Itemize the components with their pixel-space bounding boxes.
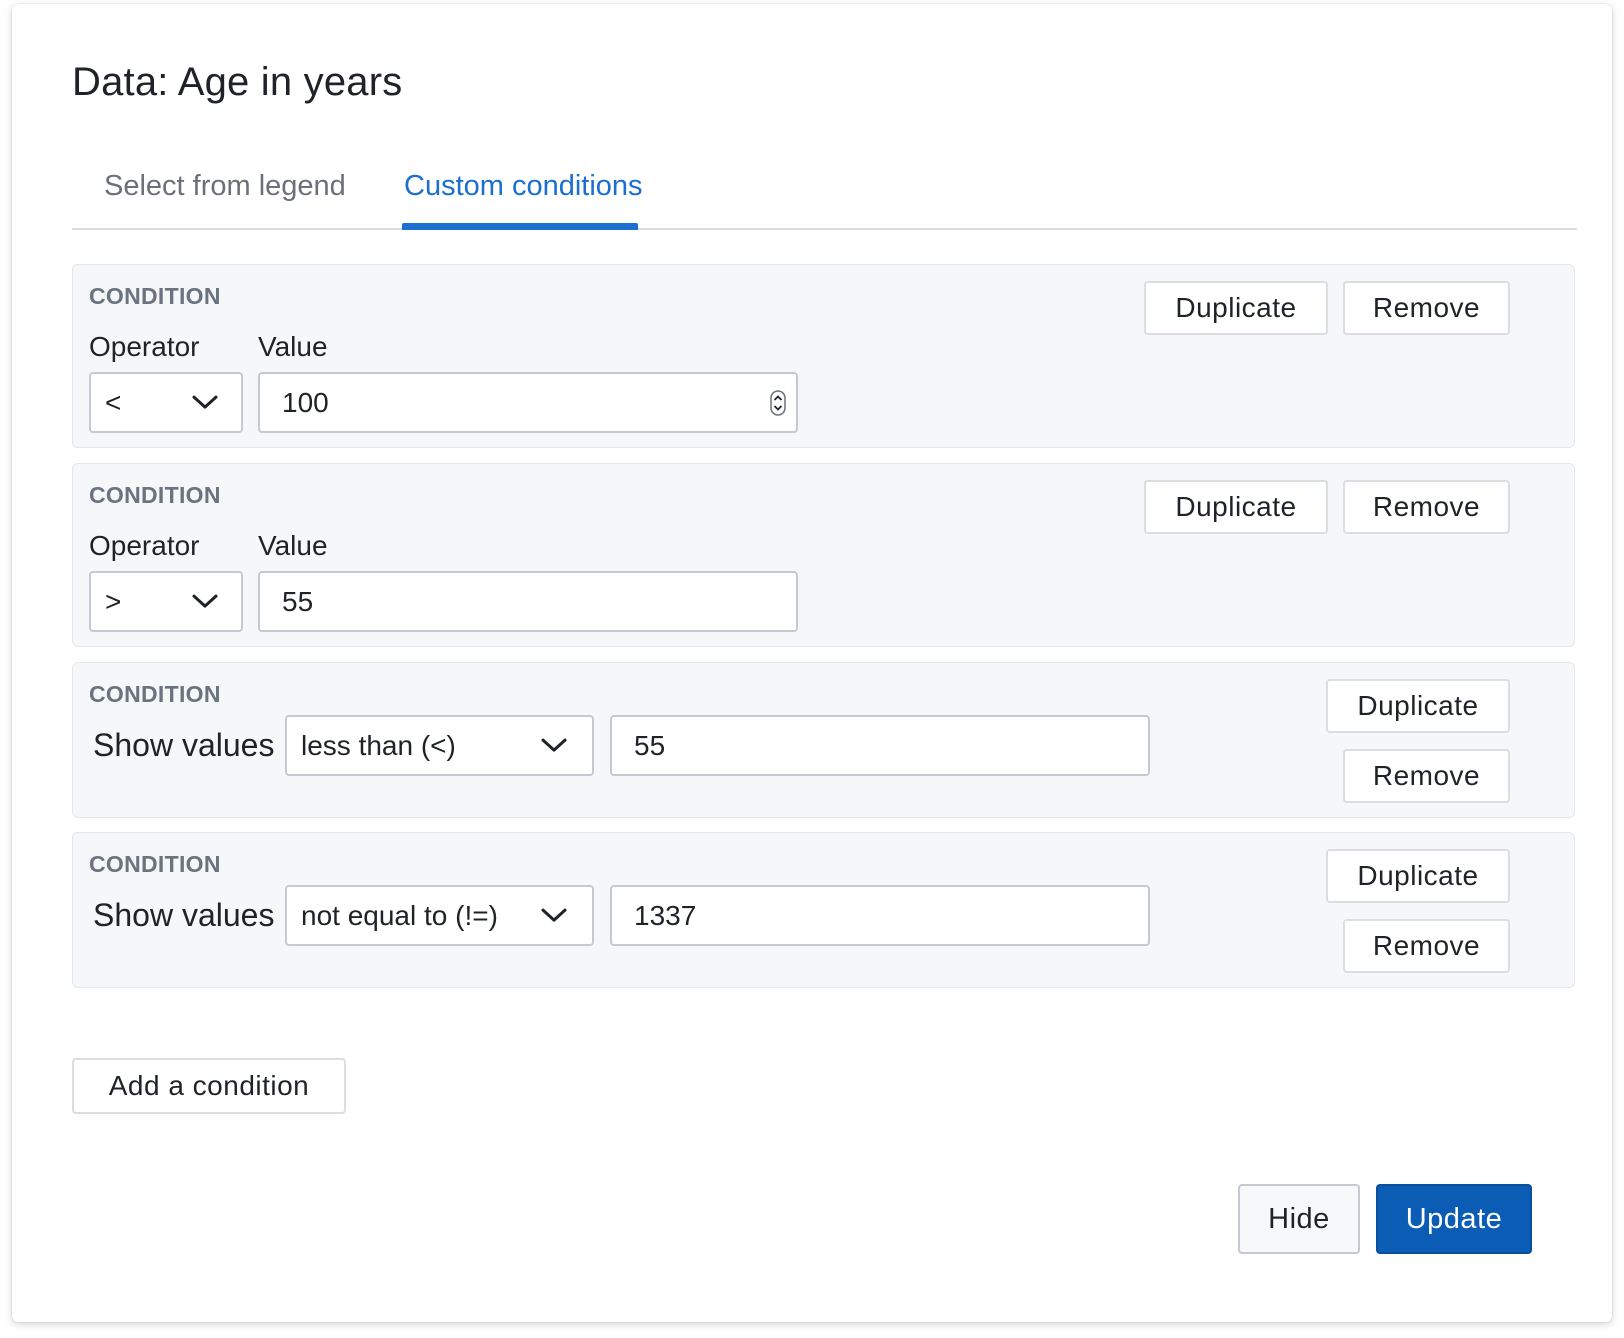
value-input[interactable]: 1337 — [610, 885, 1150, 946]
operator-label: Operator — [89, 331, 200, 362]
duplicate-button[interactable]: Duplicate — [1326, 849, 1510, 903]
tab-select-from-legend[interactable]: Select from legend — [104, 170, 346, 203]
operator-selected-value: less than (<) — [301, 729, 456, 761]
duplicate-button[interactable]: Duplicate — [1144, 480, 1328, 534]
condition-heading: CONDITION — [89, 681, 221, 707]
condition-heading: CONDITION — [89, 482, 221, 508]
number-spinner-icon[interactable] — [770, 389, 786, 416]
operator-selected-value: > — [105, 585, 122, 617]
show-values-label: Show values — [93, 897, 275, 933]
condition-card: CONDITION Operator Value < 100 Duplicate… — [72, 264, 1575, 448]
duplicate-button[interactable]: Duplicate — [1326, 679, 1510, 733]
show-values-label: Show values — [93, 727, 275, 763]
operator-select[interactable]: < — [89, 372, 243, 433]
operator-select[interactable]: not equal to (!=) — [285, 885, 594, 946]
update-button[interactable]: Update — [1376, 1184, 1532, 1254]
add-condition-button[interactable]: Add a condition — [72, 1058, 346, 1114]
chevron-down-icon — [192, 395, 218, 409]
value-label: Value — [258, 331, 328, 362]
remove-button[interactable]: Remove — [1343, 480, 1510, 534]
tab-bar: Select from legend Custom conditions — [72, 154, 1577, 230]
remove-button[interactable]: Remove — [1343, 281, 1510, 335]
active-tab-indicator — [402, 223, 638, 230]
value-text: 55 — [282, 585, 314, 617]
condition-heading: CONDITION — [89, 283, 221, 309]
chevron-down-icon — [192, 594, 218, 608]
value-label: Value — [258, 530, 328, 561]
remove-button[interactable]: Remove — [1343, 749, 1510, 803]
condition-heading: CONDITION — [89, 851, 221, 877]
operator-label: Operator — [89, 530, 200, 561]
value-text: 55 — [634, 729, 666, 761]
value-input[interactable]: 100 — [258, 372, 798, 433]
operator-selected-value: not equal to (!=) — [301, 899, 498, 931]
value-text: 1337 — [634, 899, 697, 931]
value-text: 100 — [282, 386, 329, 418]
dialog-title: Data: Age in years — [72, 60, 403, 104]
operator-select[interactable]: less than (<) — [285, 715, 594, 776]
remove-button[interactable]: Remove — [1343, 919, 1510, 973]
condition-card: CONDITION Show values not equal to (!=) … — [72, 832, 1575, 988]
condition-card: CONDITION Operator Value > 55 Duplicate … — [72, 463, 1575, 647]
conditions-dialog: Data: Age in years Select from legend Cu… — [12, 4, 1612, 1322]
duplicate-button[interactable]: Duplicate — [1144, 281, 1328, 335]
hide-button[interactable]: Hide — [1238, 1184, 1360, 1254]
chevron-down-icon — [541, 738, 567, 752]
value-input[interactable]: 55 — [610, 715, 1150, 776]
tab-custom-conditions[interactable]: Custom conditions — [404, 170, 643, 203]
chevron-down-icon — [541, 908, 567, 922]
condition-card: CONDITION Show values less than (<) 55 D… — [72, 662, 1575, 818]
operator-select[interactable]: > — [89, 571, 243, 632]
value-input[interactable]: 55 — [258, 571, 798, 632]
operator-selected-value: < — [105, 386, 122, 418]
